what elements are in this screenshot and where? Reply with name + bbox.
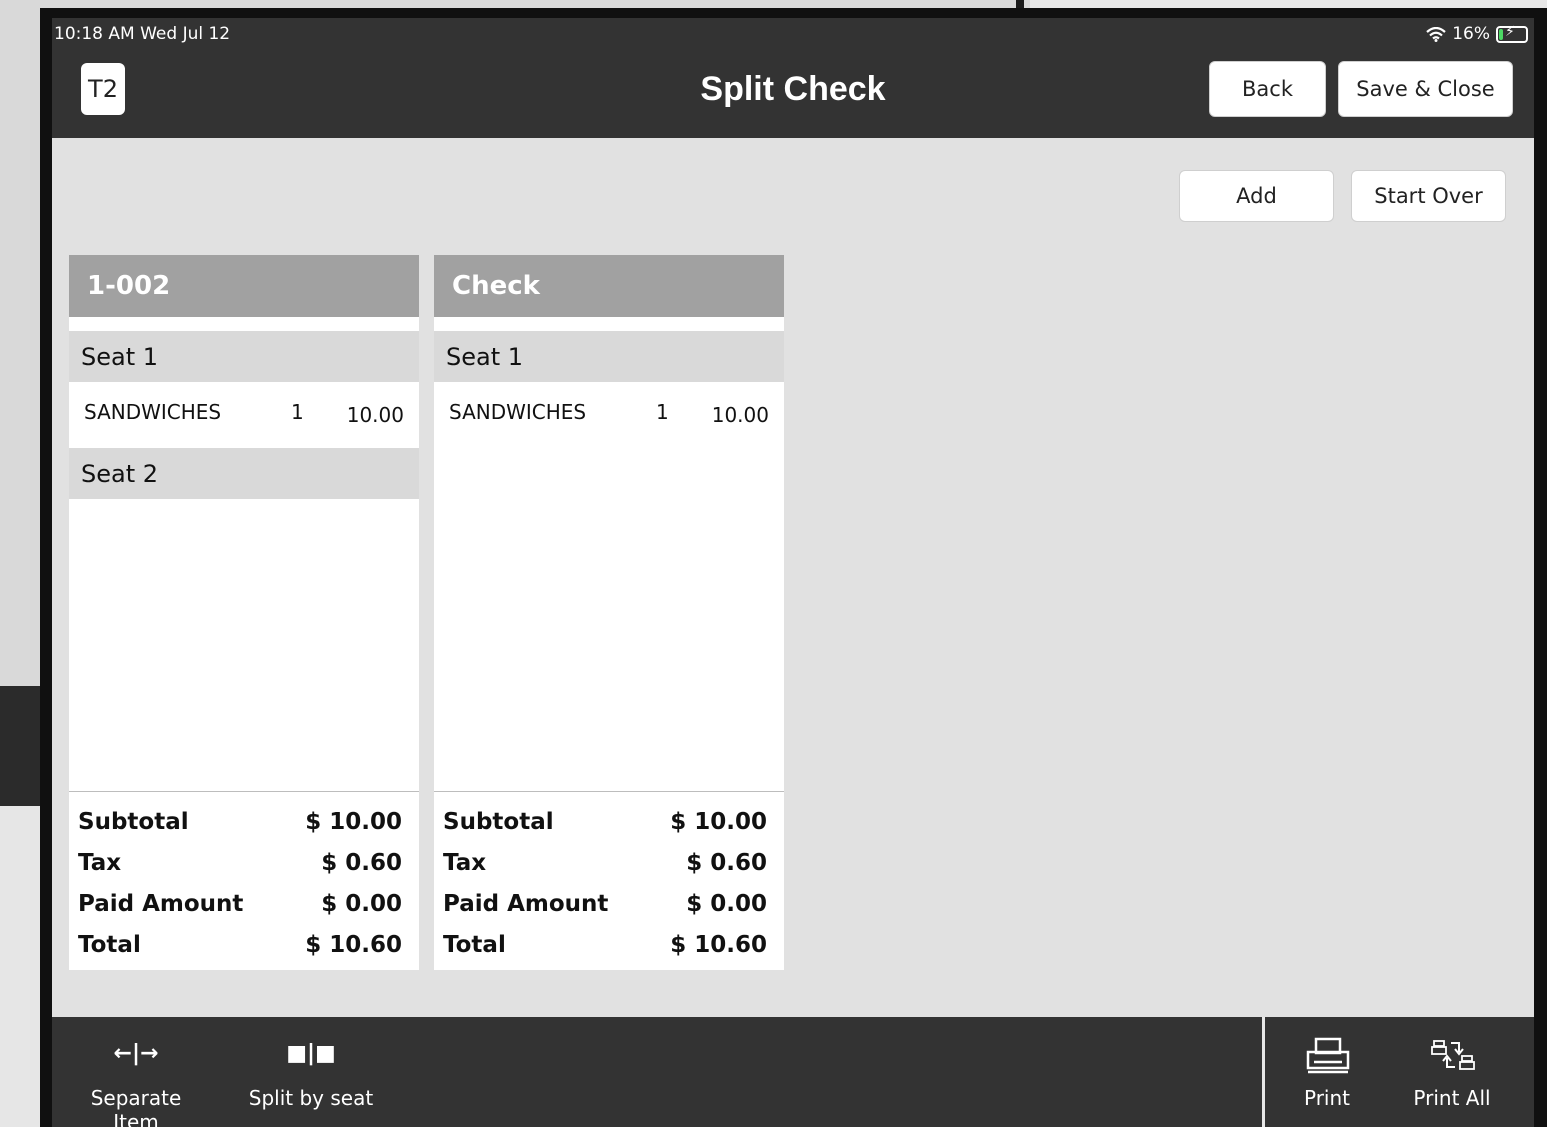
status-indicators: 16% ⚡: [1426, 24, 1528, 44]
print-all-label: Print All: [1413, 1086, 1491, 1110]
item-name: SANDWICHES: [449, 400, 587, 424]
split-seat-icon: ■|■: [286, 1041, 336, 1066]
tax-value: $ 0.60: [686, 850, 767, 876]
battery-percent: 16%: [1452, 24, 1490, 44]
print-all-button[interactable]: Print All: [1408, 1017, 1496, 1127]
battery-icon: ⚡: [1496, 23, 1528, 43]
tablet-frame: 10:18 AM Wed Jul 12 16% ⚡ T2 Split Check…: [40, 8, 1547, 1127]
check-totals: Subtotal $ 10.00 Tax $ 0.60 Paid Amount $ 0…: [434, 791, 784, 970]
check-gap: [69, 317, 419, 331]
paid-amount-row: Paid Amount $ 0.00: [443, 884, 767, 925]
split-by-seat-button[interactable]: ■|■ Split by seat: [246, 1017, 376, 1127]
paid-amount-label: Paid Amount: [443, 891, 609, 917]
start-over-button[interactable]: Start Over: [1351, 170, 1506, 222]
charging-bolt-icon: ⚡: [1505, 23, 1515, 40]
printer-icon: [1306, 1037, 1350, 1074]
check-title: Check: [434, 255, 784, 317]
seat-row[interactable]: Seat 1: [69, 331, 419, 382]
list-item[interactable]: SANDWICHES 1 10.00: [434, 382, 784, 448]
separate-arrows-icon: ←|→: [113, 1041, 159, 1066]
subtotal-label: Subtotal: [443, 809, 554, 835]
tax-row: Tax $ 0.60: [78, 843, 402, 884]
seat-row[interactable]: Seat 2: [69, 448, 419, 499]
split-check-screen: 10:18 AM Wed Jul 12 16% ⚡ T2 Split Check…: [52, 18, 1534, 1127]
list-item[interactable]: SANDWICHES 1 10.00: [69, 382, 419, 448]
status-time: 10:18 AM Wed Jul 12: [54, 24, 231, 44]
tax-label: Tax: [443, 850, 487, 876]
paid-amount-value: $ 0.00: [686, 891, 767, 917]
separate-item-button[interactable]: ←|→ Separate Item: [66, 1017, 206, 1127]
battery-level-fill: [1499, 28, 1503, 40]
header-bar: 10:18 AM Wed Jul 12 16% ⚡ T2 Split Check…: [52, 18, 1534, 138]
subtotal-label: Subtotal: [78, 809, 189, 835]
back-button[interactable]: Back: [1209, 61, 1326, 117]
item-quantity: 1: [291, 400, 304, 424]
add-button[interactable]: Add: [1179, 170, 1334, 222]
item-name: SANDWICHES: [84, 400, 222, 424]
print-all-icon: [1431, 1040, 1475, 1070]
background-panel-light: [0, 806, 45, 1127]
check-card-1[interactable]: 1-002 Seat 1 SANDWICHES 1 10.00 Seat 2 S…: [69, 255, 419, 970]
total-label: Total: [443, 932, 506, 958]
separate-item-label: Separate Item: [90, 1086, 182, 1127]
total-label: Total: [78, 932, 141, 958]
paid-amount-label: Paid Amount: [78, 891, 244, 917]
subtotal-value: $ 10.00: [670, 809, 767, 835]
paid-amount-row: Paid Amount $ 0.00: [78, 884, 402, 925]
tax-row: Tax $ 0.60: [443, 843, 767, 884]
item-price: 10.00: [346, 403, 404, 427]
print-button[interactable]: Print: [1292, 1017, 1362, 1127]
tax-value: $ 0.60: [321, 850, 402, 876]
total-value: $ 10.60: [305, 932, 402, 958]
subtotal-row: Subtotal $ 10.00: [443, 802, 767, 843]
subtotal-row: Subtotal $ 10.00: [78, 802, 402, 843]
check-card-2[interactable]: Check Seat 1 SANDWICHES 1 10.00 Subtotal…: [434, 255, 784, 970]
split-by-seat-label: Split by seat: [248, 1086, 374, 1110]
seat-row[interactable]: Seat 1: [434, 331, 784, 382]
print-label: Print: [1303, 1086, 1350, 1110]
bottom-toolbar: ←|→ Separate Item ■|■ Split by seat Prin…: [52, 1017, 1534, 1127]
check-gap: [434, 317, 784, 331]
wifi-icon: [1426, 26, 1446, 42]
check-totals: Subtotal $ 10.00 Tax $ 0.60 Paid Amount $ 0…: [69, 791, 419, 970]
paid-amount-value: $ 0.00: [321, 891, 402, 917]
subtotal-value: $ 10.00: [305, 809, 402, 835]
toolbar-divider: [1262, 1017, 1265, 1127]
item-quantity: 1: [656, 400, 669, 424]
item-price: 10.00: [711, 403, 769, 427]
save-close-button[interactable]: Save & Close: [1338, 61, 1513, 117]
check-title: 1-002: [69, 255, 419, 317]
total-row: Total $ 10.60: [78, 925, 402, 966]
tax-label: Tax: [78, 850, 122, 876]
total-row: Total $ 10.60: [443, 925, 767, 966]
total-value: $ 10.60: [670, 932, 767, 958]
